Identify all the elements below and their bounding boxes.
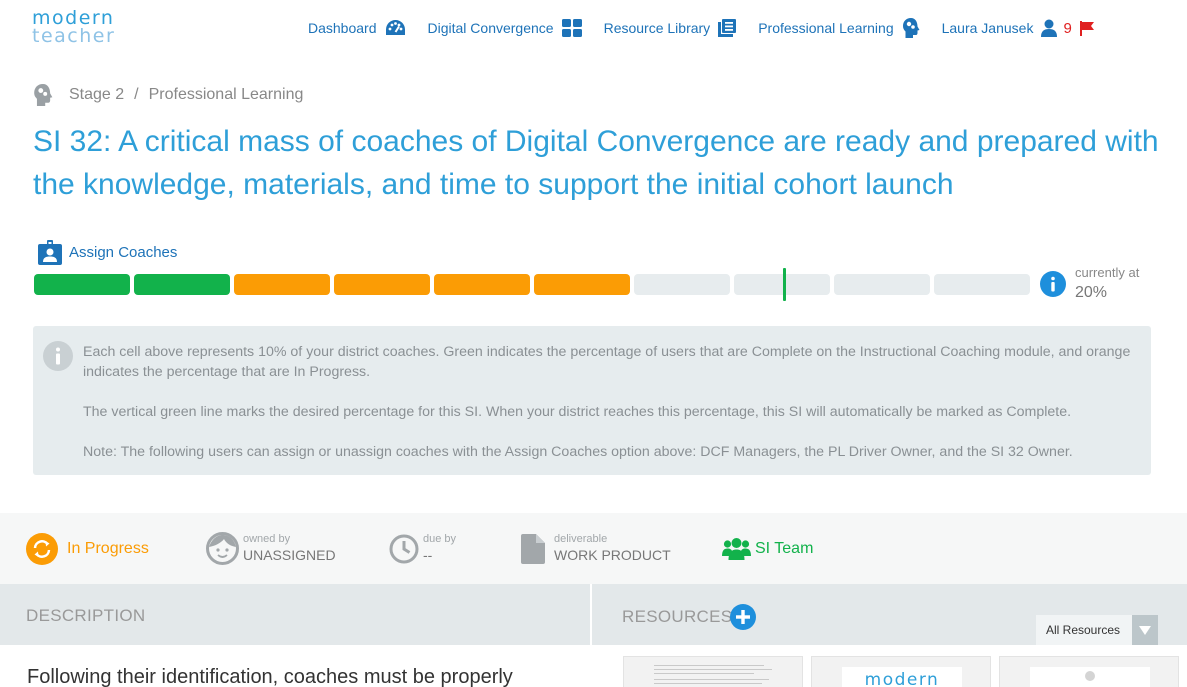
resources-header: RESOURCES All Resources	[592, 584, 1187, 645]
library-list-icon	[718, 19, 737, 37]
badge-user-icon	[38, 240, 62, 265]
coach-progress-bar	[34, 274, 1034, 295]
info-icon	[43, 341, 73, 371]
info-panel: Each cell above represents 10% of your d…	[33, 326, 1151, 475]
progress-cell-inprogress	[334, 274, 430, 295]
document-icon	[521, 533, 545, 564]
breadcrumb-separator: /	[134, 86, 139, 103]
assign-coaches-label: Assign Coaches	[69, 244, 178, 261]
chevron-down-icon	[1132, 615, 1158, 645]
nav-dashboard[interactable]: Dashboard	[308, 19, 406, 37]
si-team-link[interactable]: SI Team	[722, 513, 813, 584]
dashboard-gauge-icon	[385, 20, 405, 35]
owned-by-label: owned by	[243, 533, 291, 545]
flag-count: 9	[1063, 19, 1072, 37]
in-progress-refresh-icon	[26, 532, 58, 565]
nav-dashboard-label: Dashboard	[308, 20, 377, 36]
status-in-progress[interactable]: In Progress	[26, 513, 149, 584]
info-paragraph-note: Note: The following users can assign or …	[83, 444, 1073, 460]
top-header: modern teacher Dashboard Digital Converg…	[0, 0, 1187, 60]
head-gears-icon	[902, 18, 920, 38]
progress-cell-empty	[634, 274, 730, 295]
deliverable-value: WORK PRODUCT	[554, 547, 671, 563]
description-header: DESCRIPTION	[0, 584, 590, 645]
current-value: 20%	[1075, 284, 1108, 301]
assign-coaches-button[interactable]: Assign Coaches	[38, 240, 177, 265]
due-date-field[interactable]: due by --	[389, 513, 456, 584]
info-paragraph-target: The vertical green line marks the desire…	[83, 404, 1072, 420]
owned-by-value: UNASSIGNED	[243, 547, 336, 563]
info-paragraph-cells: Each cell above represents 10% of your d…	[83, 344, 1131, 380]
logo-line-2: teacher	[32, 25, 116, 47]
progress-cell-complete	[134, 274, 230, 295]
resource-thumbnail-logo[interactable]: modern	[811, 656, 991, 687]
si-team-label: SI Team	[755, 539, 814, 557]
nav-digital-convergence-label: Digital Convergence	[427, 20, 554, 36]
progress-cell-empty	[734, 274, 830, 295]
nav-professional-learning[interactable]: Professional Learning	[758, 18, 920, 38]
breadcrumb-section[interactable]: Professional Learning	[149, 86, 304, 104]
user-name: Laura Janusek	[941, 20, 1034, 36]
current-label: currently at	[1075, 265, 1140, 280]
progress-cell-empty	[834, 274, 930, 295]
status-bar: In Progress owned by UNASSIGNED due by -…	[0, 513, 1187, 584]
breadcrumb: Stage 2 / Professional Learning	[33, 84, 303, 106]
nav-professional-learning-label: Professional Learning	[758, 20, 894, 36]
thumbnail-logo-text: modern	[842, 667, 962, 687]
nav-digital-convergence[interactable]: Digital Convergence	[428, 19, 582, 37]
due-by-label: due by	[423, 533, 457, 545]
current-percentage: currently at 20%	[1040, 264, 1139, 304]
resource-filter-select[interactable]: All Resources	[1036, 615, 1158, 645]
progress-cell-inprogress	[534, 274, 630, 295]
team-users-icon	[722, 537, 751, 560]
grid-tiles-icon	[561, 19, 582, 37]
page-title: SI 32: A critical mass of coaches of Dig…	[33, 125, 1159, 201]
resources-title: RESOURCES	[622, 607, 733, 626]
deliverable-field[interactable]: deliverable WORK PRODUCT	[521, 513, 671, 584]
flag-icon	[1079, 20, 1094, 36]
face-avatar-icon	[206, 532, 239, 565]
progress-cell-complete	[34, 274, 130, 295]
description-title: DESCRIPTION	[26, 606, 146, 625]
nav-user-account[interactable]: Laura Janusek 9	[942, 19, 1094, 37]
due-by-value: --	[423, 547, 433, 563]
resource-thumbnail-profile[interactable]	[999, 656, 1179, 687]
clock-icon	[389, 534, 419, 563]
info-icon[interactable]	[1040, 271, 1066, 297]
progress-cell-inprogress	[234, 274, 330, 295]
nav-resource-library-label: Resource Library	[603, 20, 711, 36]
deliverable-label: deliverable	[554, 533, 608, 545]
resource-filter-value: All Resources	[1046, 623, 1121, 637]
main-nav: Dashboard Digital Convergence Resource L…	[308, 16, 1116, 40]
modern-teacher-logo[interactable]: modern teacher	[32, 9, 116, 47]
breadcrumb-stage[interactable]: Stage 2	[69, 86, 124, 104]
status-label: In Progress	[67, 539, 149, 557]
flag-notifications[interactable]: 9	[1063, 19, 1094, 37]
resource-thumbnail-document[interactable]	[623, 656, 803, 687]
progress-cell-inprogress	[434, 274, 530, 295]
target-percentage-line	[783, 268, 786, 301]
head-gears-icon	[34, 84, 53, 106]
add-resource-icon[interactable]	[730, 604, 756, 630]
owner-field[interactable]: owned by UNASSIGNED	[206, 513, 336, 584]
user-icon	[1041, 19, 1058, 37]
progress-cell-empty	[934, 274, 1030, 295]
avatar	[1085, 671, 1095, 681]
nav-resource-library[interactable]: Resource Library	[604, 19, 737, 37]
description-body: Following their identification, coaches …	[27, 666, 513, 687]
